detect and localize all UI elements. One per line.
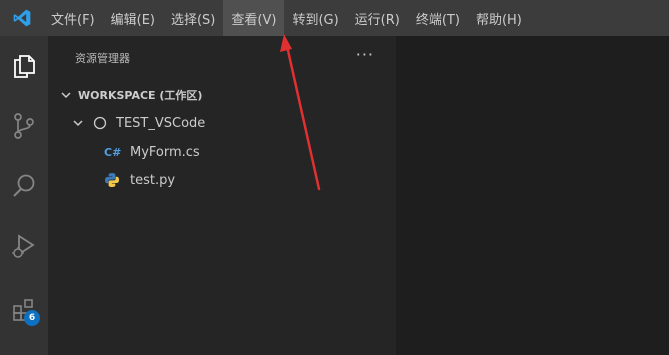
source-control-icon[interactable] <box>0 102 48 150</box>
workspace-label: WORKSPACE (工作区) <box>78 89 203 102</box>
file-name: test.py <box>130 172 176 188</box>
editor-area[interactable] <box>396 36 669 355</box>
csharp-file-icon: C# <box>104 145 122 159</box>
menu-bar: 文件(F) 编辑(E) 选择(S) 查看(V) 转到(G) 运行(R) 终端(T… <box>0 0 669 36</box>
chevron-down-icon <box>70 115 86 131</box>
menu-view[interactable]: 查看(V) <box>223 0 285 36</box>
vscode-window: 文件(F) 编辑(E) 选择(S) 查看(V) 转到(G) 运行(R) 终端(T… <box>0 0 669 355</box>
menu-terminal[interactable]: 终端(T) <box>408 0 468 36</box>
python-file-icon <box>104 172 122 188</box>
folder-circle-icon <box>92 115 108 131</box>
file-name: MyForm.cs <box>130 144 200 160</box>
folder-row[interactable]: TEST_VSCode <box>48 109 418 137</box>
explorer-sidebar: 资源管理器 ··· WORKSPACE (工作区) TEST_VSCode C#… <box>48 36 396 355</box>
explorer-icon[interactable] <box>0 42 48 90</box>
file-row-myform[interactable]: C# MyForm.cs <box>48 138 452 166</box>
explorer-title: 资源管理器 <box>75 52 130 65</box>
extensions-badge: 6 <box>24 310 40 326</box>
file-row-test-py[interactable]: test.py <box>48 166 452 194</box>
menu-go[interactable]: 转到(G) <box>284 0 346 36</box>
menu-selection[interactable]: 选择(S) <box>163 0 223 36</box>
extensions-icon[interactable]: 6 <box>0 286 48 334</box>
more-actions-button[interactable]: ··· <box>356 45 374 64</box>
search-icon[interactable] <box>0 162 48 210</box>
explorer-header: 资源管理器 ··· <box>48 36 396 78</box>
workspace-section[interactable]: WORKSPACE (工作区) <box>48 81 406 109</box>
menu-help[interactable]: 帮助(H) <box>468 0 530 36</box>
run-debug-icon[interactable] <box>0 222 48 270</box>
folder-name: TEST_VSCode <box>116 115 206 131</box>
menu-edit[interactable]: 编辑(E) <box>103 0 163 36</box>
chevron-down-icon <box>58 87 74 103</box>
menu-run[interactable]: 运行(R) <box>347 0 408 36</box>
vscode-logo-icon <box>0 0 43 36</box>
menu-file[interactable]: 文件(F) <box>43 0 103 36</box>
activity-bar: 6 <box>0 36 48 355</box>
